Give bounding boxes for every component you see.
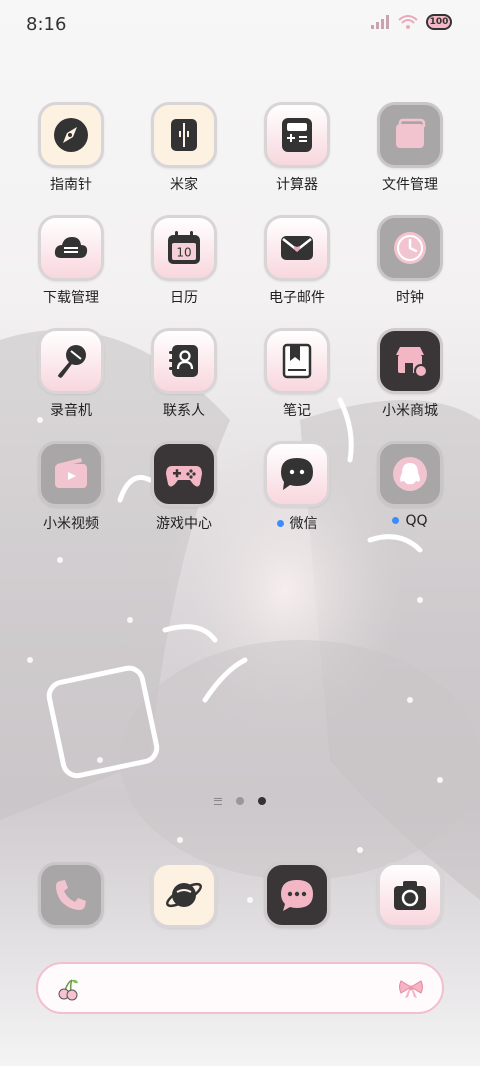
gamepad-icon [166, 466, 202, 487]
status-time: 8:16 [26, 14, 67, 35]
page-indicator[interactable] [0, 797, 480, 805]
app-notes[interactable]: 笔记 [247, 328, 347, 438]
app-mi-store[interactable]: 小米商城 [360, 328, 460, 438]
mail-icon [281, 236, 313, 260]
calendar-day: 10 [176, 246, 191, 260]
app-label: 电子邮件 [269, 290, 325, 306]
app-label: 小米商城 [382, 403, 438, 419]
contacts-icon [169, 345, 198, 377]
app-wechat[interactable]: 微信 [247, 441, 347, 551]
clock-icon [394, 232, 426, 264]
page-dot-active [258, 797, 266, 805]
chat-bubble-icon [281, 458, 313, 490]
app-compass[interactable]: 指南针 [21, 102, 121, 212]
video-icon [55, 458, 87, 488]
folder-icon [396, 118, 426, 148]
app-label: 计算器 [276, 177, 318, 193]
page-list-icon [214, 797, 222, 805]
app-label: 小米视频 [43, 516, 99, 532]
app-game-center[interactable]: 游戏中心 [134, 441, 234, 551]
app-download-manager[interactable]: 下载管理 [21, 215, 121, 325]
notes-icon [282, 343, 312, 379]
compass-icon [54, 118, 88, 152]
page-dot [236, 797, 244, 805]
app-mi-video[interactable]: 小米视频 [21, 441, 121, 551]
notification-dot [276, 519, 284, 527]
dock-messages[interactable] [247, 862, 347, 932]
dock-phone[interactable] [21, 862, 121, 932]
store-icon [396, 347, 428, 378]
app-label: 下载管理 [43, 290, 99, 306]
download-cloud-icon [54, 237, 88, 258]
calculator-icon [282, 118, 312, 152]
cherry-icon [58, 979, 78, 1001]
app-label: 笔记 [283, 403, 311, 419]
app-contacts[interactable]: 联系人 [134, 328, 234, 438]
app-qq[interactable]: QQ [360, 441, 460, 551]
app-label: 文件管理 [382, 177, 438, 193]
messages-icon [281, 880, 313, 911]
battery-icon: 100 [426, 14, 452, 30]
dock-camera[interactable] [360, 862, 460, 932]
wifi-icon [398, 15, 418, 29]
app-label: 微信 [247, 513, 347, 533]
microphone-icon [58, 345, 86, 378]
app-calculator[interactable]: 计算器 [247, 102, 347, 212]
signal-icon [371, 15, 389, 29]
dock-browser[interactable] [134, 862, 234, 932]
bow-icon [399, 980, 423, 998]
app-recorder[interactable]: 录音机 [21, 328, 121, 438]
app-label: 指南针 [50, 177, 92, 193]
app-clock[interactable]: 时钟 [360, 215, 460, 325]
app-label: QQ [360, 513, 460, 529]
app-label: 时钟 [396, 290, 424, 306]
app-calendar[interactable]: 10 日历 [134, 215, 234, 325]
phone-icon [56, 880, 86, 910]
app-email[interactable]: 电子邮件 [247, 215, 347, 325]
app-label: 游戏中心 [156, 516, 212, 532]
mi-home-icon [171, 119, 197, 151]
camera-icon [394, 881, 426, 910]
calendar-icon: 10 [168, 231, 200, 264]
app-mi-home[interactable]: 米家 [134, 102, 234, 212]
app-label-text: 微信 [289, 516, 318, 532]
search-bar[interactable] [36, 962, 444, 1014]
app-label: 日历 [170, 290, 198, 306]
app-file-manager[interactable]: 文件管理 [360, 102, 460, 212]
notification-dot [392, 516, 400, 524]
app-label: 米家 [170, 177, 198, 193]
status-icons: 100 [370, 14, 452, 30]
app-label: 录音机 [50, 403, 92, 419]
penguin-icon [393, 457, 427, 491]
browser-planet-icon [166, 882, 202, 908]
app-label: 联系人 [163, 403, 205, 419]
app-label-text: QQ [405, 513, 428, 529]
status-bar: 8:16 100 [0, 0, 480, 50]
